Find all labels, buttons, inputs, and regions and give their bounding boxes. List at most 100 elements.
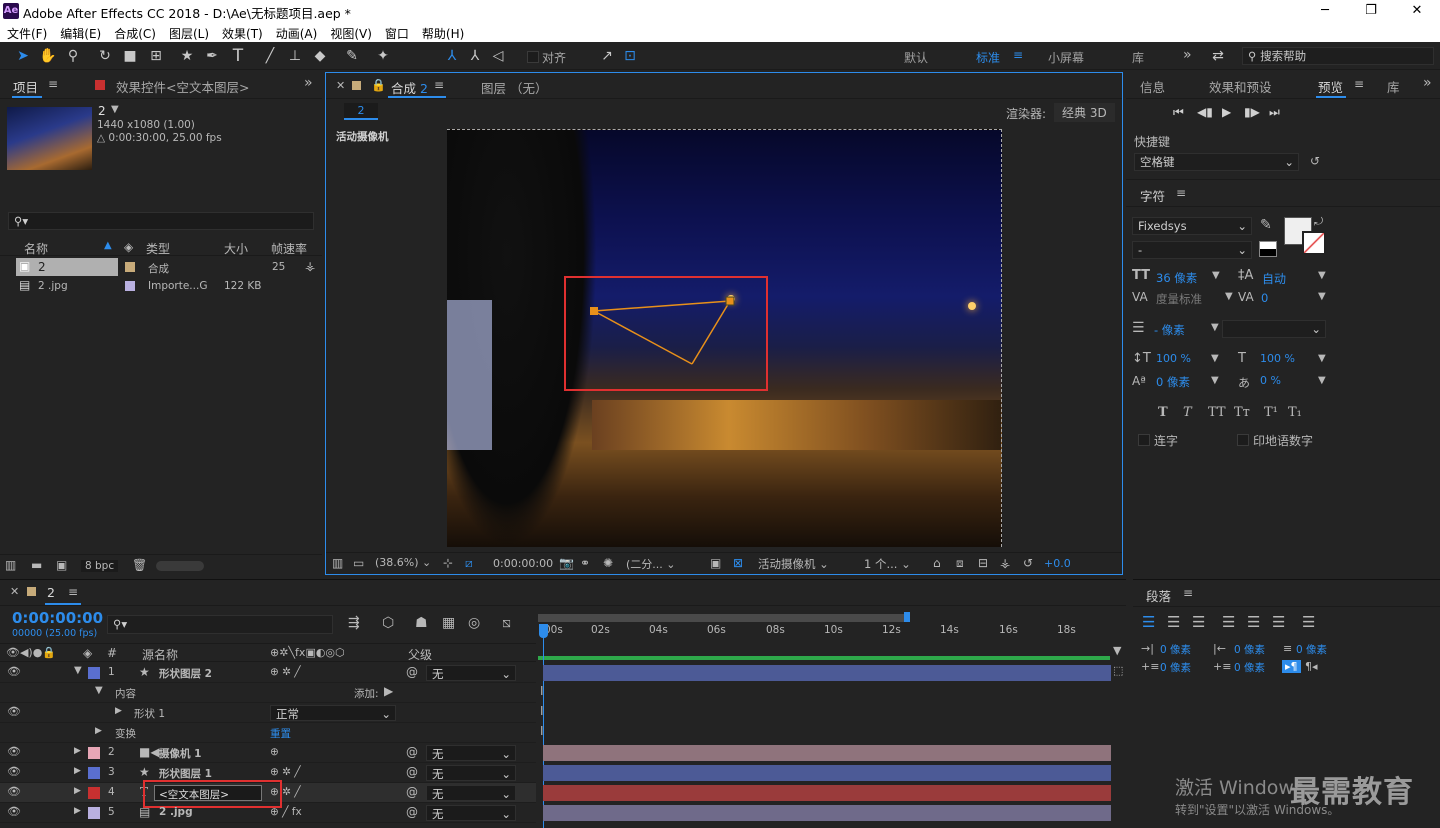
workspace-small-screen[interactable]: 小屏幕 [1048, 49, 1084, 66]
tsume-value[interactable]: 0 % [1260, 374, 1281, 387]
maximize-button[interactable]: ❐ [1348, 0, 1394, 22]
menu-file[interactable]: 文件(F) [0, 22, 53, 42]
all-caps-icon[interactable]: TT [1208, 405, 1226, 420]
workspace-default[interactable]: 默认 [904, 49, 928, 66]
chevron-down-icon[interactable]: ▼ [1211, 375, 1219, 386]
rtl-direction-icon[interactable]: ¶◂ [1305, 660, 1318, 673]
kerning-value[interactable]: 度量标准 [1156, 291, 1202, 307]
timeline-search-input[interactable]: ⚲▾ [107, 615, 333, 634]
panel-menu-icon[interactable]: ≡ [1354, 77, 1364, 91]
indent-left-value[interactable]: 0 像素 [1160, 642, 1191, 657]
layer-row[interactable]: 👁 ▼ 1 ★ 形状图层 2 ⊕ ✲ ╱ @ 无 ⌄ [0, 663, 536, 683]
last-frame-icon[interactable]: ⏭ [1269, 105, 1280, 120]
layer-switches[interactable]: ⊕ [270, 746, 279, 758]
new-comp-icon[interactable]: ▣ [56, 558, 67, 572]
clone-stamp-tool-icon[interactable]: ⊥ [285, 46, 305, 66]
vertical-scale-value[interactable]: 100 % [1156, 352, 1191, 365]
expand-triangle-icon[interactable]: ▶ [115, 706, 122, 716]
chevron-down-icon[interactable]: ▼ [1318, 291, 1326, 302]
layer-name[interactable]: 形状图层 2 [159, 666, 212, 681]
chevron-down-icon[interactable]: ▼ [1318, 270, 1326, 281]
font-style-dropdown[interactable]: - ⌄ [1132, 241, 1252, 259]
chevron-down-icon[interactable]: ▼ [1225, 291, 1233, 302]
eyedropper-icon[interactable]: ✎ [1260, 217, 1272, 233]
snapshot-camera-icon[interactable]: 📷 [559, 556, 574, 570]
visibility-eye-icon[interactable]: 👁 [7, 785, 21, 798]
chevron-down-icon[interactable]: ▼ [1211, 322, 1219, 333]
leading-value[interactable]: 自动 [1262, 270, 1286, 287]
minimize-button[interactable]: ─ [1302, 0, 1348, 22]
puppet-pin-tool-icon[interactable]: ✦ [373, 46, 393, 66]
ligature-checkbox[interactable] [1138, 434, 1150, 446]
workspace-standard[interactable]: 标准 [976, 49, 1000, 66]
current-timecode[interactable]: 0:00:00:00 [493, 557, 553, 570]
justify-right-icon[interactable]: ☰ [1272, 613, 1285, 631]
parent-dropdown[interactable]: 无 ⌄ [426, 805, 516, 821]
chevron-down-icon[interactable]: ▼ [1211, 353, 1219, 364]
panel-menu-icon[interactable]: ≡ [1176, 186, 1186, 200]
reset-link[interactable]: 重置 [270, 726, 291, 741]
menu-help[interactable]: 帮助(H) [415, 22, 470, 42]
view-camera-dropdown[interactable]: 活动摄像机 ⌄ [758, 556, 829, 572]
layer-label-color[interactable] [88, 747, 100, 759]
pen-tool-icon[interactable]: ✒ [202, 46, 222, 66]
menu-edit[interactable]: 编辑(E) [53, 22, 107, 42]
faux-italic-icon[interactable]: T [1183, 405, 1192, 420]
chevron-down-icon[interactable]: ▼ [111, 104, 119, 115]
align-right-icon[interactable]: ☰ [1192, 613, 1205, 631]
layer-duration-bar[interactable] [543, 805, 1111, 821]
close-tab-icon[interactable]: ✕ [10, 585, 19, 598]
help-search-input[interactable]: ⚲ 搜索帮助 [1242, 47, 1434, 65]
layer-switches[interactable]: ⊕ ✲ ╱ [270, 766, 301, 778]
blend-mode-dropdown[interactable]: 正常 ⌄ [270, 705, 396, 721]
expand-triangle-icon[interactable]: ▶ [74, 786, 81, 796]
snap-checkbox[interactable] [527, 51, 539, 63]
menu-effect[interactable]: 效果(T) [215, 22, 269, 42]
default-colors-icon[interactable] [1259, 241, 1277, 257]
add-button-icon[interactable]: ▶ [384, 684, 393, 698]
time-ruler[interactable]: 00s 02s 04s 06s 08s 10s 12s 14s 16s 18s [538, 612, 1110, 662]
always-preview-icon[interactable]: ▥ [332, 556, 343, 570]
selection-tool-icon[interactable]: ➤ [13, 46, 33, 66]
layer-name[interactable]: 摄像机 1 [159, 746, 201, 761]
comp-breadcrumb[interactable]: 2 [344, 103, 378, 120]
font-family-dropdown[interactable]: Fixedsys ⌄ [1132, 217, 1252, 235]
col-type[interactable]: 类型 [146, 240, 170, 257]
timeline-icon[interactable]: ⊟ [978, 556, 988, 570]
local-axis-icon[interactable]: ⅄ [442, 46, 462, 66]
view-layout-dropdown[interactable]: 1 个... ⌄ [864, 556, 911, 572]
project-item-row[interactable]: ▣ 2 合成 25 ⚶ [0, 258, 322, 276]
mask-visibility-icon[interactable]: ⧄ [465, 556, 473, 571]
previous-frame-icon[interactable]: ◀▮ [1197, 105, 1213, 119]
show-snapshot-icon[interactable]: ⚭ [580, 556, 590, 570]
chevron-down-icon[interactable]: ▼ [1318, 353, 1326, 364]
swap-colors-icon[interactable]: ⤾ [1314, 215, 1323, 229]
menu-view[interactable]: 视图(V) [323, 22, 378, 42]
tab-info[interactable]: 信息 [1140, 77, 1165, 96]
layer-label-color[interactable] [88, 807, 100, 819]
flowchart-icon[interactable]: ⚶ [305, 259, 315, 273]
col-fps[interactable]: 帧速率 [271, 240, 307, 257]
visibility-eye-icon[interactable]: 👁 [7, 665, 21, 678]
chevron-down-icon[interactable]: ▼ [1212, 270, 1220, 281]
bpc-button[interactable]: 8 bpc [81, 560, 119, 572]
layer-row[interactable]: 👁 ▶ 2 ■◀ 摄像机 1 ⊕ @ 无 ⌄ [0, 743, 536, 763]
col-source-name[interactable]: 源名称 [142, 646, 178, 663]
tracking-value[interactable]: 0 [1261, 291, 1268, 305]
camera-tool-icon[interactable]: ■ [120, 46, 140, 66]
chevron-down-icon[interactable]: ▼ [1318, 375, 1326, 386]
expand-triangle-icon[interactable]: ▶ [74, 746, 81, 756]
tab-layer[interactable]: 图层 （无） [481, 78, 547, 97]
comp-canvas[interactable] [447, 129, 1002, 547]
justify-left-icon[interactable]: ☰ [1222, 613, 1235, 631]
next-frame-icon[interactable]: ▮▶ [1244, 105, 1260, 119]
layer-label-color[interactable] [88, 787, 100, 799]
menu-window[interactable]: 窗口 [378, 22, 415, 42]
snap-option-icon[interactable]: ↗ [597, 46, 617, 66]
work-area-end-handle[interactable] [904, 612, 910, 622]
rotate-tool-icon[interactable]: ↻ [95, 46, 115, 66]
expand-triangle-icon[interactable]: ▶ [74, 766, 81, 776]
hindi-digits-checkbox[interactable] [1237, 434, 1249, 446]
tab-effects-presets[interactable]: 效果和预设 [1209, 77, 1272, 96]
composition-mini-flowchart-icon[interactable]: ⇶ [348, 615, 360, 631]
